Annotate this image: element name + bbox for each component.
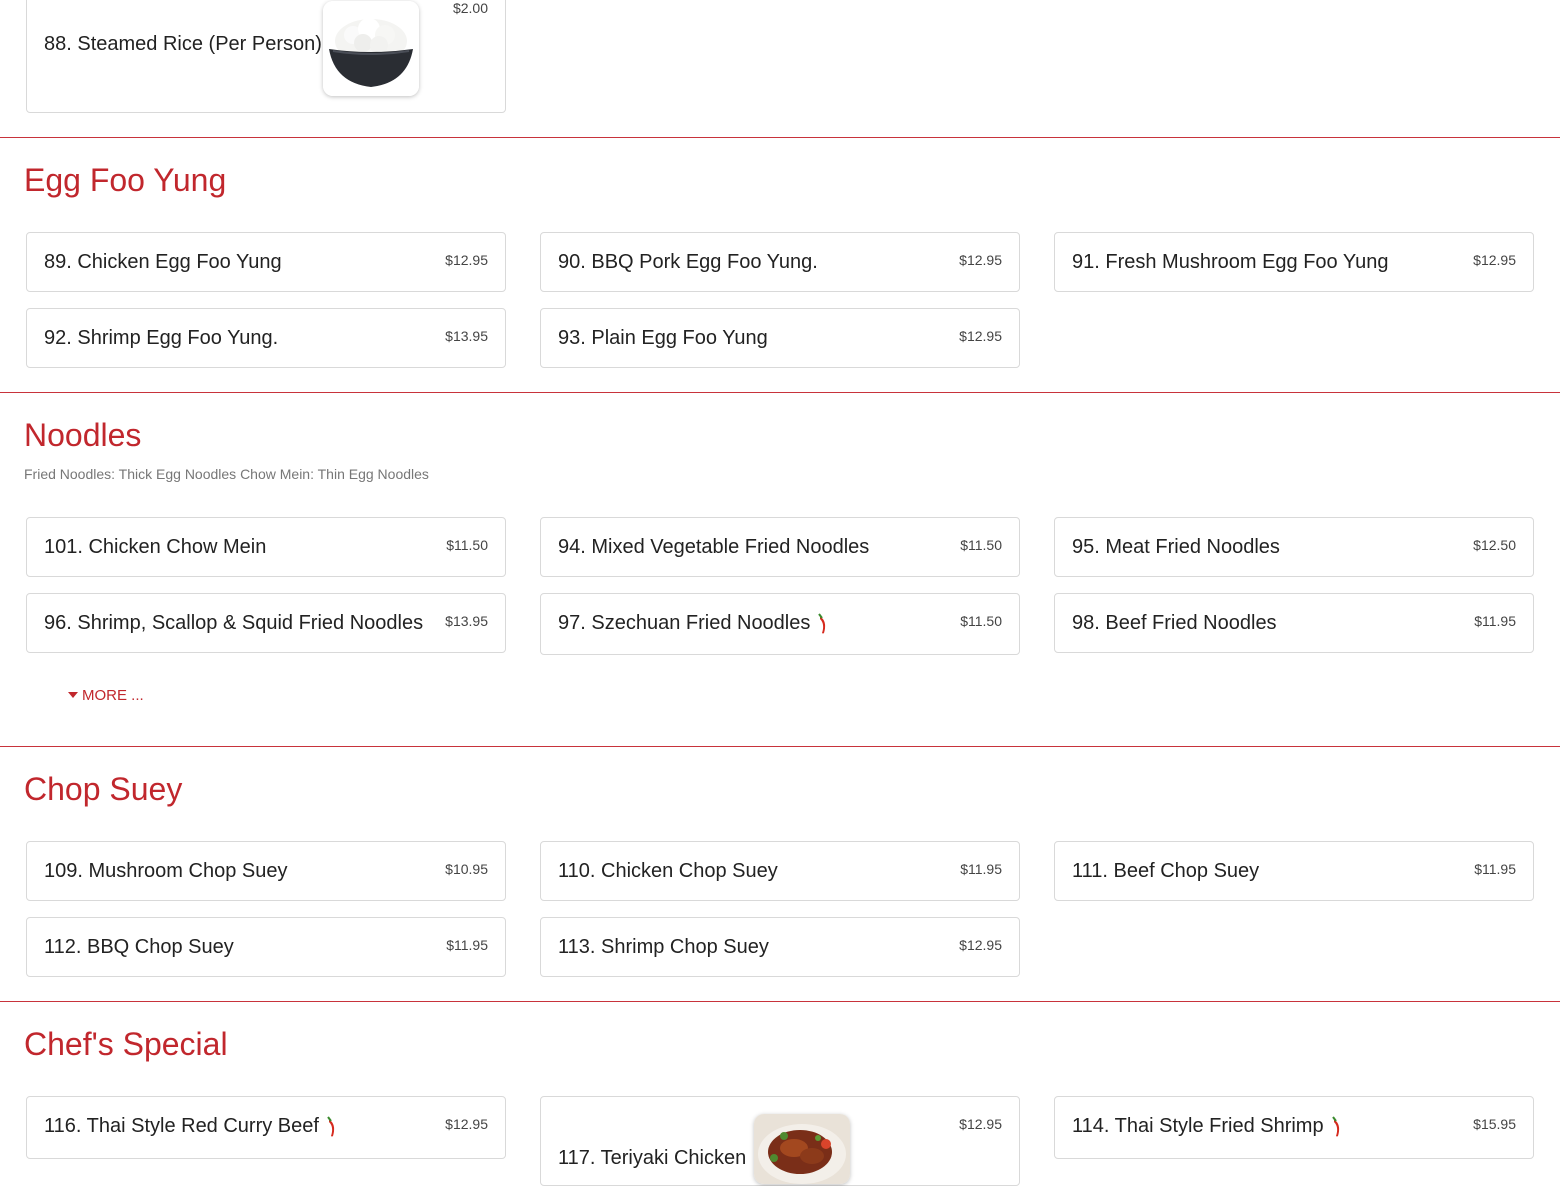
menu-item-name: 112. BBQ Chop Suey	[44, 936, 234, 958]
menu-item-name-row: 114. Thai Style Fried Shrimp	[1072, 1115, 1342, 1138]
menu-item-card[interactable]: 111. Beef Chop Suey $11.95	[1054, 841, 1534, 901]
menu-item-card[interactable]: 101. Chicken Chow Mein $11.50	[26, 517, 506, 577]
menu-item-card[interactable]: 94. Mixed Vegetable Fried Noodles $11.50	[540, 517, 1020, 577]
menu-item-card[interactable]: 93. Plain Egg Foo Yung $12.95	[540, 308, 1020, 368]
section-divider	[0, 392, 1560, 393]
menu-item-price: $12.95	[959, 328, 1002, 344]
menu-item-name: 101. Chicken Chow Mein	[44, 536, 267, 558]
menu-item-price: $11.50	[960, 613, 1002, 629]
menu-item-card[interactable]: 90. BBQ Pork Egg Foo Yung. $12.95	[540, 232, 1020, 292]
section-divider	[0, 1001, 1560, 1002]
chili-pepper-icon	[327, 1116, 335, 1137]
more-label: MORE ...	[82, 687, 144, 704]
section-note: Fried Noodles: Thick Egg Noodles Chow Me…	[24, 466, 429, 482]
teriyaki-chicken-image	[754, 1114, 850, 1184]
section-title-noodles: Noodles	[24, 417, 142, 453]
menu-item-card[interactable]: 110. Chicken Chop Suey $11.95	[540, 841, 1020, 901]
menu-item-card[interactable]: 109. Mushroom Chop Suey $10.95	[26, 841, 506, 901]
menu-item-price: $11.50	[960, 537, 1002, 553]
menu-item-price: $13.95	[445, 328, 488, 344]
menu-item-price: $12.95	[445, 1116, 488, 1132]
section-title-chop-suey: Chop Suey	[24, 771, 183, 807]
menu-item-price: $11.50	[446, 537, 488, 553]
menu-item-name-row: 116. Thai Style Red Curry Beef	[44, 1115, 337, 1138]
menu-item-card[interactable]: 116. Thai Style Red Curry Beef $12.95	[26, 1096, 506, 1159]
menu-item-price: $2.00	[452, 0, 488, 16]
menu-item-card[interactable]: 113. Shrimp Chop Suey $12.95	[540, 917, 1020, 977]
menu-item-card[interactable]: 114. Thai Style Fried Shrimp $15.95	[1054, 1096, 1534, 1159]
menu-item-price: $12.95	[959, 937, 1002, 953]
menu-item-price: $10.95	[445, 861, 488, 877]
menu-item-card[interactable]: 92. Shrimp Egg Foo Yung. $13.95	[26, 308, 506, 368]
menu-item-card[interactable]: 88. Steamed Rice (Per Person) $2.00	[26, 0, 506, 113]
menu-item-card[interactable]: 112. BBQ Chop Suey $11.95	[26, 917, 506, 977]
menu-item-name: 94. Mixed Vegetable Fried Noodles	[558, 536, 870, 558]
menu-item-price: $11.95	[960, 861, 1002, 877]
menu-item-card[interactable]: 97. Szechuan Fried Noodles $11.50	[540, 593, 1020, 655]
more-button[interactable]: MORE ...	[68, 687, 144, 704]
menu-item-name: 111. Beef Chop Suey	[1072, 860, 1260, 882]
menu-item-name: 95. Meat Fried Noodles	[1072, 536, 1280, 558]
menu-item-card[interactable]: 117. Teriyaki Chicken $12.95	[540, 1096, 1020, 1186]
menu-item-price: $15.95	[1473, 1116, 1516, 1132]
menu-item-name: 114. Thai Style Fried Shrimp	[1072, 1115, 1324, 1137]
menu-item-price: $11.95	[446, 937, 488, 953]
menu-item-name: 89. Chicken Egg Foo Yung	[44, 251, 282, 273]
section-divider	[0, 746, 1560, 747]
menu-item-card[interactable]: 98. Beef Fried Noodles $11.95	[1054, 593, 1534, 653]
menu-item-name: 92. Shrimp Egg Foo Yung.	[44, 327, 279, 349]
section-title-chefs-special: Chef's Special	[24, 1026, 228, 1062]
menu-item-price: $12.95	[445, 252, 488, 268]
menu-item-name: 97. Szechuan Fried Noodles	[558, 612, 811, 634]
section-divider	[0, 137, 1560, 138]
menu-item-card[interactable]: 95. Meat Fried Noodles $12.50	[1054, 517, 1534, 577]
menu-item-price: $11.95	[1474, 861, 1516, 877]
menu-item-name: 96. Shrimp, Scallop & Squid Fried Noodle…	[44, 612, 424, 634]
menu-item-name: 93. Plain Egg Foo Yung	[558, 327, 768, 349]
menu-item-name: 109. Mushroom Chop Suey	[44, 860, 288, 882]
menu-item-price: $12.95	[959, 1116, 1002, 1132]
menu-item-card[interactable]: 96. Shrimp, Scallop & Squid Fried Noodle…	[26, 593, 506, 653]
menu-item-name: 88. Steamed Rice (Per Person)	[44, 33, 322, 55]
section-title-egg-foo-yung: Egg Foo Yung	[24, 162, 227, 198]
steamed-rice-image	[323, 1, 419, 96]
menu-item-price: $12.95	[1473, 252, 1516, 268]
menu-item-name: 110. Chicken Chop Suey	[558, 860, 778, 882]
menu-item-name-row: 97. Szechuan Fried Noodles	[558, 612, 828, 635]
menu-item-price: $12.50	[1473, 537, 1516, 553]
menu-item-name: 113. Shrimp Chop Suey	[558, 936, 769, 958]
menu-item-name: 91. Fresh Mushroom Egg Foo Yung	[1072, 251, 1389, 273]
menu-item-name: 98. Beef Fried Noodles	[1072, 612, 1277, 634]
caret-down-icon	[68, 692, 78, 698]
menu-item-price: $11.95	[1474, 613, 1516, 629]
menu-item-card[interactable]: 89. Chicken Egg Foo Yung $12.95	[26, 232, 506, 292]
chili-pepper-icon	[1331, 1116, 1339, 1137]
menu-item-card[interactable]: 91. Fresh Mushroom Egg Foo Yung $12.95	[1054, 232, 1534, 292]
menu-item-name: 90. BBQ Pork Egg Foo Yung.	[558, 251, 818, 273]
menu-item-name: 116. Thai Style Red Curry Beef	[44, 1115, 319, 1137]
menu-item-price: $13.95	[445, 613, 488, 629]
chili-pepper-icon	[818, 613, 826, 634]
menu-item-name: 117. Teriyaki Chicken	[558, 1147, 747, 1169]
menu-item-price: $12.95	[959, 252, 1002, 268]
